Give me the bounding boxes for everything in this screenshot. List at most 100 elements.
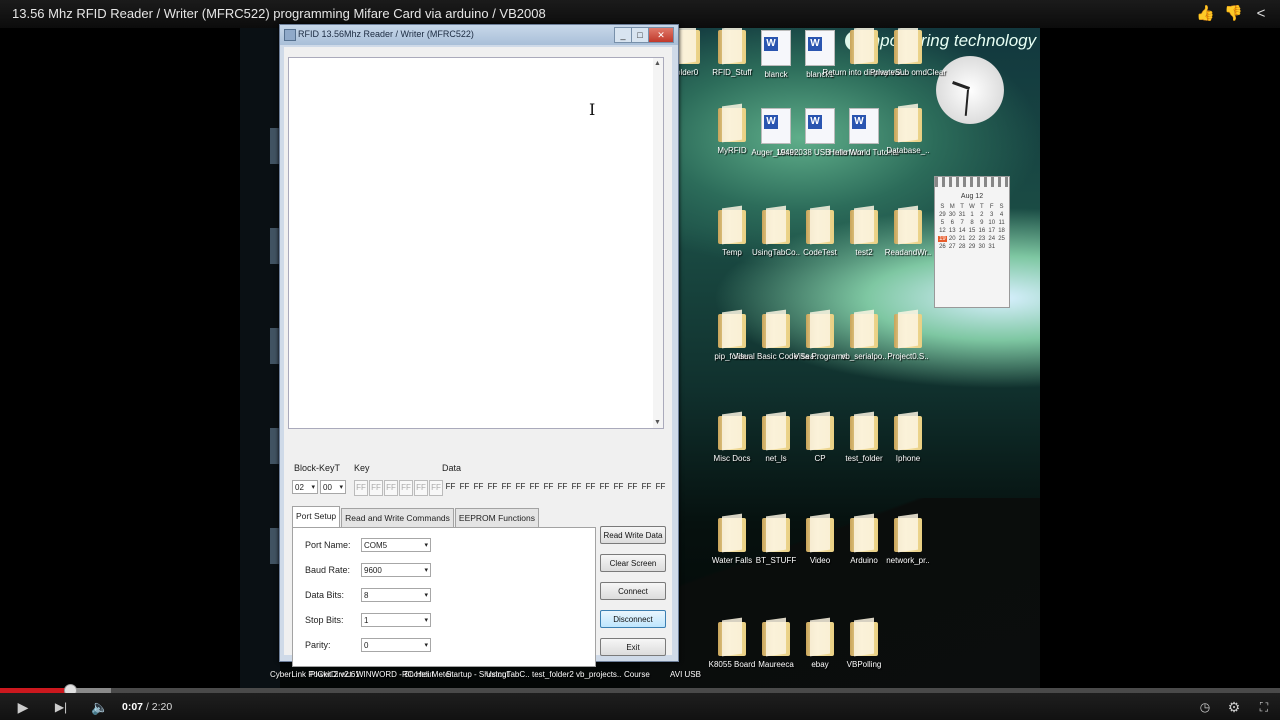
scroll-up-icon[interactable]: ▲ (654, 60, 661, 67)
stop-bits-select[interactable]: 1 ▾ (361, 613, 431, 627)
connect-button[interactable]: Connect (600, 582, 666, 600)
calendar-day[interactable]: 18 (997, 228, 1006, 234)
data-byte-cell[interactable]: FF (500, 480, 513, 494)
calendar-day[interactable]: 29 (938, 212, 947, 218)
scroll-down-icon[interactable]: ▼ (654, 419, 661, 426)
calendar-day[interactable]: 7 (958, 220, 967, 226)
desktop-icon-label[interactable]: AVI USB (670, 670, 701, 679)
calendar-day[interactable]: 19 (938, 236, 947, 242)
data-byte-cell[interactable]: FF (626, 480, 639, 494)
data-byte-cell[interactable]: FF (556, 480, 569, 494)
calendar-day[interactable]: 17 (987, 228, 996, 234)
rfid-app-window[interactable]: RFID 13.56Mhz Reader / Writer (MFRC522) … (279, 24, 679, 667)
desktop-icon[interactable]: ReadandWr.. (882, 210, 934, 258)
exit-button[interactable]: Exit (600, 638, 666, 656)
disconnect-button[interactable]: Disconnect (600, 610, 666, 628)
calendar-day[interactable]: 30 (948, 212, 957, 218)
gear-icon[interactable]: ⚙ (1224, 698, 1244, 716)
calendar-day[interactable]: 24 (987, 236, 996, 242)
desktop-icon-label[interactable]: PICkit 2 v2.61 (310, 670, 360, 679)
desktop-icon-label[interactable]: vb_projects.. (576, 670, 621, 679)
data-byte-cell[interactable]: FF (528, 480, 541, 494)
key-byte-cell[interactable]: FF (354, 480, 368, 496)
clear-screen-button[interactable]: Clear Screen (600, 554, 666, 572)
desktop-icon[interactable]: Iphone (882, 416, 934, 464)
share-icon[interactable]: < (1252, 5, 1270, 23)
minimize-icon[interactable]: _ (614, 27, 632, 43)
app-titlebar[interactable]: RFID 13.56Mhz Reader / Writer (MFRC522) … (280, 25, 678, 45)
calendar-day[interactable]: 27 (948, 244, 957, 250)
data-byte-cell[interactable]: FF (570, 480, 583, 494)
port-name-select[interactable]: COM5 ▾ (361, 538, 431, 552)
calendar-day[interactable]: 8 (968, 220, 977, 226)
desktop-icon[interactable]: Project0.S.. (882, 314, 934, 362)
video-title[interactable]: 13.56 Mhz RFID Reader / Writer (MFRC522)… (12, 6, 546, 21)
key-byte-cell[interactable]: FF (384, 480, 398, 496)
data-byte-cell[interactable]: FF (612, 480, 625, 494)
maximize-icon[interactable]: □ (631, 27, 649, 43)
clock-icon[interactable]: ◷ (1196, 698, 1214, 716)
calendar-day[interactable]: 21 (958, 236, 967, 242)
key-byte-cell[interactable]: FF (369, 480, 383, 496)
calendar-day[interactable]: 15 (968, 228, 977, 234)
data-byte-cell[interactable]: FF (640, 480, 653, 494)
calendar-day[interactable]: 5 (938, 220, 947, 226)
calendar-day[interactable]: 28 (958, 244, 967, 250)
data-bits-select[interactable]: 8 ▾ (361, 588, 431, 602)
calendar-day[interactable]: 16 (977, 228, 986, 234)
desktop-icon-label[interactable]: test_folder2 (532, 670, 574, 679)
tab-eeprom-functions[interactable]: EEPROM Functions (454, 508, 539, 527)
output-textbox[interactable]: I ▲ ▼ (288, 57, 664, 429)
calendar-day[interactable]: 25 (997, 236, 1006, 242)
calendar-day[interactable]: 20 (948, 236, 957, 242)
data-byte-cell[interactable]: FF (458, 480, 471, 494)
calendar-day[interactable]: 31 (987, 244, 996, 250)
desktop-icon-label[interactable]: RC Heli Meter (402, 670, 452, 679)
volume-icon[interactable]: 🔈 (88, 698, 112, 716)
tab-read-and-write-commands[interactable]: Read and Write Commands (341, 508, 454, 527)
desktop-icon[interactable]: network_pr.. (882, 518, 934, 566)
data-byte-cell[interactable]: FF (444, 480, 457, 494)
desktop-icon[interactable]: VBPolling (838, 622, 890, 670)
data-byte-cell[interactable]: FF (472, 480, 485, 494)
key-byte-cell[interactable]: FF (399, 480, 413, 496)
calendar-day[interactable]: 31 (958, 212, 967, 218)
key-type-select[interactable]: 00 ▾ (320, 480, 346, 494)
data-byte-cell[interactable]: FF (514, 480, 527, 494)
fullscreen-icon[interactable]: ⛶ (1254, 698, 1274, 716)
calendar-day[interactable]: 12 (938, 228, 947, 234)
calendar-day[interactable]: 2 (977, 212, 986, 218)
calendar-day[interactable]: 4 (997, 212, 1006, 218)
desktop-icon[interactable]: PrivateSub omdClear (870, 30, 946, 78)
next-icon[interactable]: ▶| (50, 698, 72, 716)
data-byte-cell[interactable]: FF (654, 480, 667, 494)
tab-port-setup[interactable]: Port Setup (292, 506, 341, 527)
desktop-icon-label[interactable]: UsingTabC.. (486, 670, 530, 679)
calendar-day[interactable]: 14 (958, 228, 967, 234)
key-byte-cell[interactable]: FF (414, 480, 428, 496)
thumbs-down-icon[interactable]: 👎 (1224, 5, 1243, 23)
read-write-data-button[interactable]: Read Write Data (600, 526, 666, 544)
thumbs-up-icon[interactable]: 👍 (1196, 5, 1215, 23)
calendar-day[interactable]: 6 (948, 220, 957, 226)
output-scrollbar[interactable]: ▲ ▼ (653, 58, 663, 428)
close-icon[interactable]: ✕ (648, 27, 674, 43)
calendar-gadget[interactable]: Aug 12 S M T W T F S 29 30 31 1 2 3 4 5 6 7 8 9 10 11 12 13 14 1… (934, 176, 1010, 308)
desktop-icon[interactable]: Database_.. (882, 108, 934, 156)
desktop-icon-label[interactable]: Course (624, 670, 650, 679)
data-byte-cell[interactable]: FF (486, 480, 499, 494)
calendar-day[interactable]: 26 (938, 244, 947, 250)
calendar-day[interactable]: 23 (977, 236, 986, 242)
calendar-day[interactable]: 30 (977, 244, 986, 250)
calendar-day[interactable]: 13 (948, 228, 957, 234)
data-byte-cell[interactable]: FF (584, 480, 597, 494)
calendar-day[interactable]: 22 (968, 236, 977, 242)
data-byte-cell[interactable]: FF (542, 480, 555, 494)
calendar-day[interactable]: 1 (968, 212, 977, 218)
data-byte-cell[interactable]: FF (598, 480, 611, 494)
calendar-day[interactable]: 29 (968, 244, 977, 250)
block-select[interactable]: 02 ▾ (292, 480, 318, 494)
baud-rate-select[interactable]: 9600 ▾ (361, 563, 431, 577)
parity-select[interactable]: 0 ▾ (361, 638, 431, 652)
calendar-day[interactable]: 10 (987, 220, 996, 226)
